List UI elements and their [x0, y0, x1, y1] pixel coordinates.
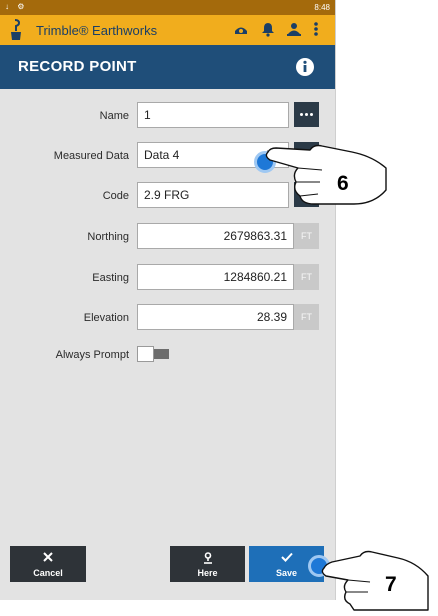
person-icon[interactable]	[286, 21, 302, 37]
elevation-field[interactable]: 28.39	[137, 304, 294, 330]
pointing-hand-illustration-save	[321, 550, 429, 611]
northing-field[interactable]: 2679863.31	[137, 223, 294, 249]
grader-icon[interactable]	[233, 21, 249, 37]
pointing-hand-illustration	[265, 144, 387, 205]
measured-data-label: Measured Data	[53, 150, 129, 162]
app-bar: Trimble® Earthworks	[0, 15, 335, 45]
tablet-screen: ↓ ⚙ 8:48 Trimble® Earthworks RECORD POIN…	[0, 0, 336, 600]
page-title: RECORD POINT	[18, 58, 137, 75]
name-field[interactable]: 1	[137, 102, 289, 128]
app-title: Trimble® Earthworks	[36, 23, 158, 38]
elevation-label: Elevation	[83, 312, 129, 324]
page-header: RECORD POINT	[0, 45, 335, 89]
toggle-track	[154, 349, 169, 359]
status-icons: ↓ ⚙	[5, 2, 28, 11]
here-button[interactable]: Here	[170, 546, 245, 582]
easting-label: Easting	[92, 272, 129, 284]
step-callout-7: 7	[385, 573, 397, 596]
step-callout-6: 6	[337, 172, 349, 195]
shovel-logo-icon	[11, 19, 21, 40]
overflow-menu-icon[interactable]	[313, 21, 319, 37]
status-time: 8:48	[314, 3, 330, 12]
always-prompt-label: Always Prompt	[55, 349, 129, 361]
location-person-icon	[203, 552, 212, 564]
toggle-knob	[137, 346, 154, 362]
northing-unit: FT	[294, 223, 319, 249]
checkmark-icon	[280, 552, 293, 562]
code-label: Code	[102, 190, 129, 202]
bell-icon[interactable]	[261, 21, 275, 37]
easting-field[interactable]: 1284860.21	[137, 264, 294, 290]
here-label: Here	[197, 568, 218, 578]
easting-unit: FT	[294, 264, 319, 290]
cancel-label: Cancel	[33, 568, 63, 578]
status-bar: ↓ ⚙ 8:48	[0, 0, 335, 15]
cancel-button[interactable]: Cancel	[10, 546, 86, 582]
name-more-button[interactable]	[294, 102, 319, 127]
name-label: Name	[99, 110, 129, 122]
northing-label: Northing	[87, 231, 129, 243]
always-prompt-toggle[interactable]	[137, 346, 173, 362]
info-icon[interactable]	[295, 57, 315, 77]
elevation-unit: FT	[294, 304, 319, 330]
close-icon	[43, 552, 53, 562]
